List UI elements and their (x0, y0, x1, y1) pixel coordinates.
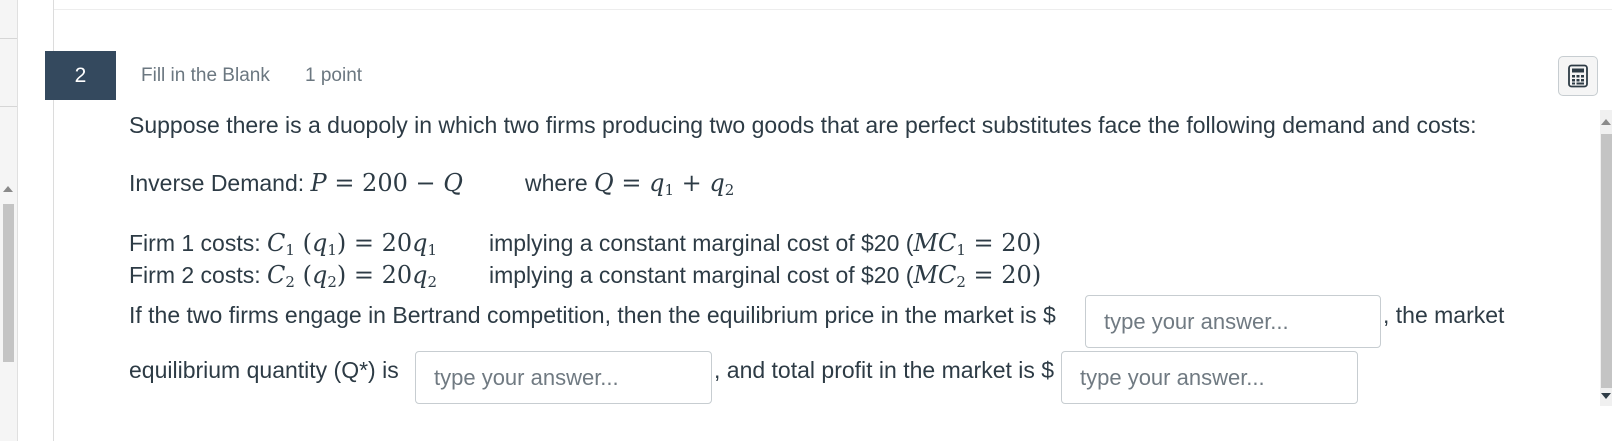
prompt-text-part2: , the market (1383, 302, 1505, 328)
math-op: ) = 20 (336, 229, 413, 257)
total-profit-input[interactable] (1061, 351, 1358, 404)
math-op: = 200 − (326, 169, 444, 197)
firm1-implying-text: implying a constant marginal cost of $20… (489, 230, 914, 256)
math-op: ( (294, 261, 312, 289)
scroll-down-arrow-icon[interactable] (1601, 393, 1611, 399)
question-number: 2 (74, 63, 87, 87)
firm2-cost-label: Firm 2 costs: (129, 262, 261, 288)
math-var: q (649, 169, 665, 197)
firm1-cost-equation: C1 (q1) = 20q1 (267, 229, 438, 259)
math-sub: 1 (956, 241, 966, 259)
scroll-up-arrow-icon[interactable] (3, 186, 13, 192)
equilibrium-price-input[interactable] (1085, 295, 1381, 348)
math-op: ( (294, 229, 312, 257)
left-panel-divider (0, 38, 17, 39)
math-sub: 1 (427, 241, 438, 259)
firm1-marginal-cost-note: implying a constant marginal cost of $20… (489, 229, 1041, 259)
math-var: Q (443, 169, 463, 197)
math-op: ) = 20 (336, 261, 413, 289)
left-scrollbar-thumb[interactable] (3, 204, 14, 362)
quantity-sum-equation: Q = q1 + q2 (594, 169, 735, 199)
math-var: C (267, 261, 286, 289)
math-sub: 2 (327, 273, 337, 291)
inverse-demand-line: Inverse Demand: P = 200 − Q (129, 169, 463, 197)
prompt-text-part3: equilibrium quantity (Q*) is (129, 357, 399, 383)
right-scrollbar-thumb[interactable] (1601, 134, 1612, 388)
math-var: MC (913, 261, 957, 289)
math-op: + (674, 169, 710, 197)
math-sub: 2 (956, 273, 966, 291)
prompt-text-part4: , and total profit in the market is $ (714, 357, 1055, 383)
math-sub: 2 (724, 181, 735, 199)
math-op: = (613, 169, 650, 197)
firm2-cost-equation: C2 (q2) = 20q2 (267, 261, 438, 291)
firm1-cost-label: Firm 1 costs: (129, 230, 261, 256)
equilibrium-quantity-input[interactable] (415, 351, 712, 404)
question-points-label: 1 point (305, 65, 363, 86)
math-sub: 1 (285, 241, 295, 259)
math-var: MC (913, 229, 957, 257)
prompt-text-part1: If the two firms engage in Bertrand comp… (129, 302, 1056, 328)
math-op: = 20) (965, 229, 1042, 257)
math-var: P (310, 169, 327, 197)
math-sub: 1 (664, 181, 675, 199)
question-intro-text: Suppose there is a duopoly in which two … (129, 112, 1477, 138)
math-var: C (267, 229, 286, 257)
firm1-mc-equation: MC1 = 20) (913, 229, 1042, 259)
calculator-icon (1568, 64, 1588, 88)
math-var: q (709, 169, 725, 197)
math-var: q (311, 229, 328, 257)
math-sub: 2 (427, 273, 438, 291)
where-clause: where Q = q1 + q2 (525, 169, 734, 199)
math-var: q (412, 229, 428, 257)
left-panel-divider (0, 106, 17, 107)
firm2-marginal-cost-note: implying a constant marginal cost of $20… (489, 261, 1041, 291)
question-number-badge: 2 (45, 51, 116, 100)
firm1-cost-line: Firm 1 costs: C1 (q1) = 20q1 (129, 229, 437, 259)
firm2-implying-text: implying a constant marginal cost of $20… (489, 262, 914, 288)
math-var: q (412, 261, 428, 289)
math-sub: 2 (285, 273, 295, 291)
question-type-label: Fill in the Blank (141, 65, 270, 86)
math-var: q (311, 261, 328, 289)
firm2-mc-equation: MC2 = 20) (913, 261, 1042, 291)
firm2-cost-line: Firm 2 costs: C2 (q2) = 20q2 (129, 261, 437, 291)
inverse-demand-equation: P = 200 − Q (311, 169, 463, 197)
scroll-up-arrow-icon[interactable] (1601, 119, 1611, 125)
calculator-button[interactable] (1558, 56, 1598, 96)
math-var: Q (594, 169, 614, 197)
math-op: = 20) (965, 261, 1042, 289)
where-label: where (525, 170, 588, 196)
inverse-demand-label: Inverse Demand: (129, 170, 305, 196)
math-sub: 1 (327, 241, 337, 259)
question-card-top-divider (54, 9, 1612, 10)
